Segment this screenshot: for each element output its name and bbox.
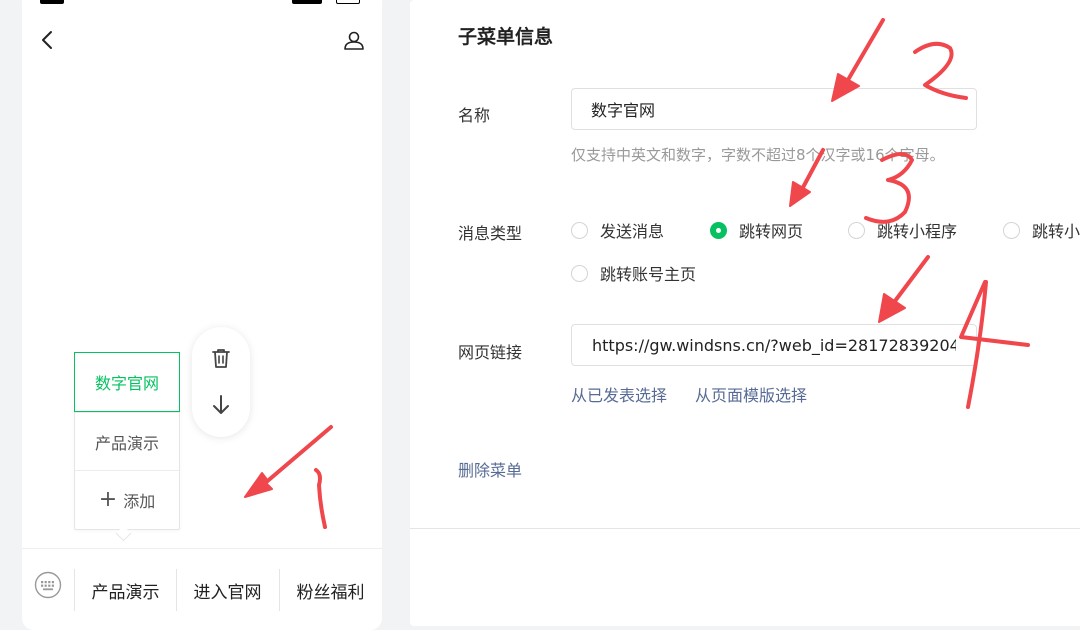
status-bar-signal	[292, 0, 322, 4]
radio-jump-mini-truncated[interactable]: 跳转小	[1003, 218, 1080, 242]
radio-label: 跳转小	[1032, 222, 1080, 241]
keyboard-icon[interactable]	[34, 571, 62, 599]
menu-item-label: 粉丝福利	[296, 582, 365, 603]
status-bar-battery	[336, 0, 360, 4]
menu-item-label: 进入官网	[193, 582, 262, 603]
radio-jump-account-home[interactable]: 跳转账号主页	[571, 261, 696, 285]
radio-circle-checked	[710, 221, 727, 239]
menu-item-label: 产品演示	[91, 582, 160, 603]
name-input[interactable]	[571, 88, 977, 130]
radio-circle	[571, 264, 588, 282]
menu-item-product-demo[interactable]: 产品演示	[74, 569, 176, 611]
profile-icon[interactable]	[342, 28, 366, 52]
radio-circle	[848, 221, 865, 239]
radio-label: 跳转账号主页	[600, 265, 697, 284]
radio-circle	[1003, 221, 1020, 239]
radio-circle	[571, 221, 588, 239]
status-bar-time	[40, 0, 64, 4]
select-published-link[interactable]: 从已发表选择	[571, 382, 667, 406]
submenu-action-pill	[192, 327, 250, 437]
bottom-menu-bar: 产品演示 进入官网 粉丝福利	[22, 548, 382, 630]
delete-menu-link[interactable]: 删除菜单	[458, 457, 522, 481]
radio-jump-miniprogram[interactable]: 跳转小程序	[848, 218, 957, 242]
menu-item-fan-benefits[interactable]: 粉丝福利	[279, 569, 381, 611]
submenu-item-digital-site[interactable]: 数字官网	[74, 352, 180, 412]
radio-jump-webpage[interactable]: 跳转网页	[710, 218, 803, 242]
radio-send-message[interactable]: 发送消息	[571, 218, 664, 242]
trash-icon[interactable]	[209, 346, 233, 370]
name-hint: 仅支持中英文和数字，字数不超过8个汉字或16个字母。	[571, 146, 945, 164]
url-label: 网页链接	[458, 343, 523, 362]
name-label: 名称	[458, 106, 491, 125]
section-title: 子菜单信息	[458, 26, 554, 48]
radio-label: 跳转网页	[739, 222, 804, 241]
panel-divider	[410, 528, 1080, 529]
select-template-link[interactable]: 从页面模版选择	[695, 382, 807, 406]
phone-preview: 数字官网 产品演示 + 添加 产品演示 进入官网 粉丝福利	[22, 0, 382, 630]
url-input[interactable]	[571, 324, 977, 366]
submenu-item-label: 产品演示	[94, 433, 159, 453]
submenu-item-label: 数字官网	[94, 374, 159, 393]
submenu-editor-panel: 子菜单信息 名称 仅支持中英文和数字，字数不超过8个汉字或16个字母。 消息类型…	[410, 0, 1080, 626]
submenu-add-button[interactable]: + 添加	[75, 470, 179, 528]
move-down-arrow-icon[interactable]	[209, 393, 233, 417]
radio-label: 发送消息	[600, 222, 665, 241]
message-type-label: 消息类型	[458, 224, 523, 243]
submenu-item-product-demo[interactable]: 产品演示	[75, 412, 179, 470]
submenu-popup: 数字官网 产品演示 + 添加	[74, 352, 180, 530]
plus-icon: +	[98, 486, 118, 512]
back-arrow-icon[interactable]	[36, 28, 60, 52]
submenu-add-label: 添加	[123, 491, 156, 511]
radio-label: 跳转小程序	[877, 222, 958, 241]
menu-item-enter-site[interactable]: 进入官网	[176, 569, 278, 611]
